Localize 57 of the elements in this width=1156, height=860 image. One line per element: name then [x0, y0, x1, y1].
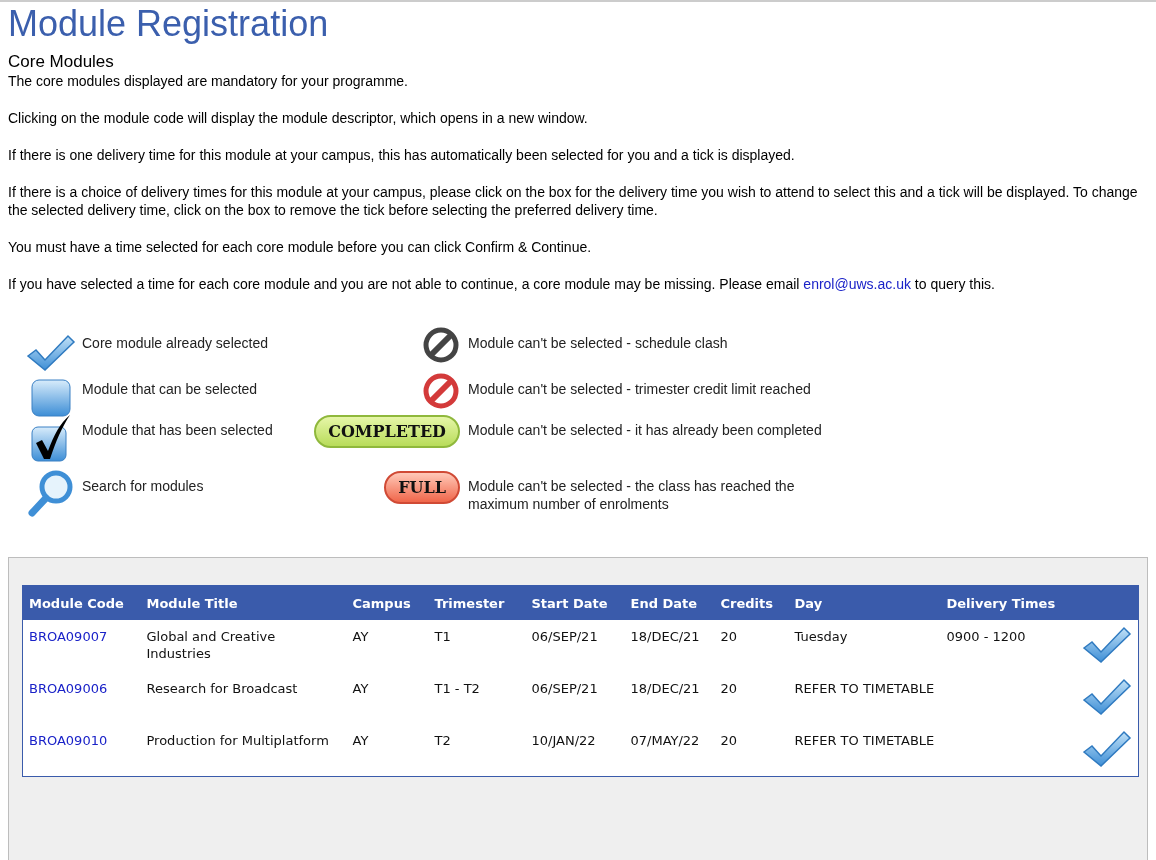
email-link[interactable]: enrol@uws.ac.uk: [803, 276, 911, 292]
table-cell: 20: [720, 733, 738, 748]
legend-label: Module can't be selected - trimester credit limit reached: [468, 380, 811, 398]
module-code-link[interactable]: BROA09010: [29, 733, 108, 748]
instruction-text: If you have selected a time for each core module and you are not able to continue, a core module may be missing. Please email enrol@uws.ac.uk to query this.: [8, 275, 996, 293]
legend-label: Module can't be selected - the class has reached the maximum number of enrolments: [468, 477, 796, 513]
table-cell: T1 - T2: [434, 681, 480, 696]
table-cell: Tuesday: [794, 629, 848, 644]
legend-label: Search for modules: [82, 477, 204, 495]
table-cell: 20: [720, 629, 738, 644]
legend-label: Module that can be selected: [82, 380, 258, 398]
instruction-text: Clicking on the module code will display the module descriptor, which opens in a new window.: [8, 109, 589, 127]
no-entry-icon: [422, 372, 460, 410]
table-cell: REFER TO TIMETABLE: [794, 733, 935, 748]
column-header: Credits: [720, 596, 773, 611]
table-cell: 0900 - 1200: [946, 629, 1026, 644]
column-header: Start Date: [531, 596, 608, 611]
table-cell: T2: [434, 733, 451, 748]
column-header: Module Title: [146, 596, 238, 611]
status-badge: COMPLETED: [314, 415, 460, 448]
instruction-text: If there is one delivery time for this module at your campus, this has automatically been selected for you and a tick is displayed.: [8, 146, 796, 164]
legend-label: Module can't be selected - it has already been completed: [468, 421, 822, 439]
table-cell: AY: [352, 681, 369, 696]
instruction-text: If there is a choice of delivery times for this module at your campus, please click on the box for the delivery time you wish to attend to select this and a tick will be displayed. To change the selected delivery time, click on the box to remove the tick before selecting the preferred delivery time.: [8, 183, 1139, 219]
status-badge: FULL: [384, 471, 460, 504]
table-cell: 18/DEC/21: [630, 629, 700, 644]
table-cell: Production for Multiplatform: [146, 733, 329, 748]
table-cell: 07/MAY/22: [630, 733, 700, 748]
section-title: Core Modules: [8, 52, 115, 72]
table-cell: 06/SEP/21: [531, 681, 598, 696]
table-cell: 10/JAN/22: [531, 733, 596, 748]
table-cell: 20: [720, 681, 738, 696]
module-code-link[interactable]: BROA09006: [29, 681, 108, 696]
checkbox-icon: [30, 378, 72, 418]
legend-label: Module that has been selected: [82, 421, 273, 439]
checked-checkbox-icon: [30, 413, 72, 463]
page-title: Module Registration: [8, 2, 330, 46]
table-cell: Research for Broadcast: [146, 681, 298, 696]
column-header: Day: [794, 596, 823, 611]
instruction-text: You must have a time selected for each core module before you can click Confirm & Continue.: [8, 238, 593, 256]
no-entry-icon: [422, 326, 460, 364]
table-cell: T1: [434, 629, 451, 644]
column-header: End Date: [630, 596, 698, 611]
legend-label: Module can't be selected - schedule clash: [468, 334, 728, 352]
column-header: Campus: [352, 596, 411, 611]
legend-label: Core module already selected: [82, 334, 268, 352]
table-cell: Global and Creative Industries: [146, 629, 276, 661]
table-cell: AY: [352, 629, 369, 644]
column-header: Module Code: [29, 596, 124, 611]
instruction-text: The core modules displayed are mandatory for your programme.: [8, 72, 409, 90]
column-header: Trimester: [434, 596, 505, 611]
column-header: Delivery Times: [946, 596, 1056, 611]
table-cell: AY: [352, 733, 369, 748]
module-code-link[interactable]: BROA09007: [29, 629, 108, 644]
table-cell: REFER TO TIMETABLE: [794, 681, 935, 696]
table-cell: 06/SEP/21: [531, 629, 598, 644]
table-cell: 18/DEC/21: [630, 681, 700, 696]
